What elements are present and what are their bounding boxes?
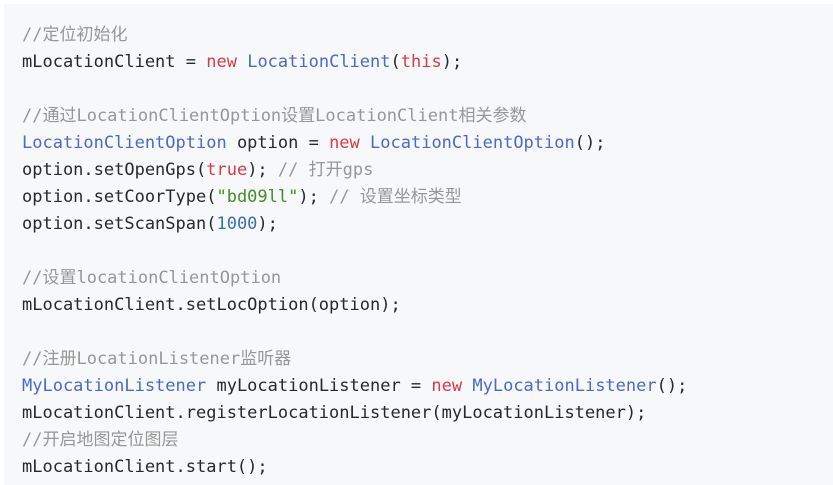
code-token-comment: //定位初始化: [22, 25, 128, 45]
code-line: mLocationClient.start();: [22, 454, 833, 481]
code-token-plain: option.setCoorType(: [22, 187, 217, 207]
code-token-number: 1000: [216, 214, 258, 234]
code-token-plain: mLocationClient.setLocOption(option);: [22, 295, 401, 315]
code-token-comment: // 设置坐标类型: [329, 187, 462, 207]
code-line: //设置locationClientOption: [22, 265, 833, 292]
code-token-plain: option.setOpenGps(: [22, 160, 207, 180]
code-line: MyLocationListener myLocationListener = …: [22, 373, 833, 400]
code-line: LocationClientOption option = new Locati…: [22, 130, 833, 157]
code-token-plain: );: [298, 187, 330, 207]
code-token-type: LocationClientOption: [22, 133, 227, 153]
code-token-type: MyLocationListener: [472, 376, 657, 396]
code-line: option.setOpenGps(true); // 打开gps: [22, 157, 833, 184]
code-token-plain: );: [247, 160, 278, 180]
code-token-keyword: new: [431, 376, 463, 396]
code-line: mLocationClient.registerLocationListener…: [22, 400, 833, 427]
code-token-type: LocationClient: [247, 52, 391, 72]
code-line: mLocationClient.setLocOption(option);: [22, 292, 833, 319]
code-token-plain: mLocationClient.start();: [22, 457, 268, 477]
code-token-keyword: this: [400, 52, 442, 72]
code-line: //定位初始化: [22, 22, 833, 49]
code-token-type: MyLocationListener: [22, 376, 207, 396]
code-token-keyword: true: [206, 160, 248, 180]
code-token-plain: myLocationListener =: [206, 376, 432, 396]
code-line: option.setCoorType("bd09ll"); // 设置坐标类型: [22, 184, 833, 211]
code-line: //通过LocationClientOption设置LocationClient…: [22, 103, 833, 130]
code-token-plain: );: [257, 214, 278, 234]
code-token-comment: //开启地图定位图层: [22, 430, 179, 450]
code-token-keyword: new: [206, 52, 237, 72]
code-token-string: "bd09ll": [216, 187, 299, 207]
code-token-plain: ();: [656, 376, 688, 396]
code-token-plain: mLocationClient.registerLocationListener…: [22, 403, 647, 423]
code-token-comment: //通过LocationClientOption设置LocationClient…: [22, 106, 527, 126]
code-token-plain: mLocationClient =: [22, 52, 207, 72]
code-token-comment: //注册LocationListener监听器: [22, 349, 292, 369]
code-token-plain: );: [441, 52, 463, 72]
code-line: mLocationClient = new LocationClient(thi…: [22, 49, 833, 76]
code-token-plain: (: [390, 52, 401, 72]
code-line: //开启地图定位图层: [22, 427, 833, 454]
code-token-plain: ();: [574, 133, 606, 153]
code-line: option.setScanSpan(1000);: [22, 211, 833, 238]
code-token-plain: option =: [226, 133, 330, 153]
code-token-plain: option.setScanSpan(: [22, 214, 217, 234]
code-block: //定位初始化 mLocationClient = new LocationCli…: [4, 4, 833, 485]
code-token-comment: // 打开gps: [277, 160, 374, 180]
code-token-type: LocationClientOption: [370, 133, 575, 153]
code-token-comment: //设置locationClientOption: [22, 268, 282, 288]
code-line: //注册LocationListener监听器: [22, 346, 833, 373]
code-token-keyword: new: [329, 133, 360, 153]
